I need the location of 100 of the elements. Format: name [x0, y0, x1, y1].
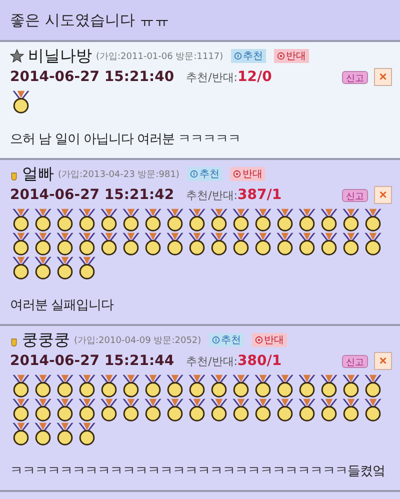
medal-icon	[10, 374, 32, 398]
medal-icon	[10, 422, 32, 446]
medal-icon	[230, 232, 252, 256]
medal-icon	[318, 398, 340, 422]
medal-icon	[208, 374, 230, 398]
medal-icon	[252, 232, 274, 256]
medal-icon	[230, 398, 252, 422]
medal-icon	[76, 374, 98, 398]
medal-icon	[362, 232, 384, 256]
medal-icon	[208, 398, 230, 422]
medal-icon	[186, 374, 208, 398]
medal-icon	[32, 422, 54, 446]
medal-icon	[164, 208, 186, 232]
medal-icon	[186, 208, 208, 232]
user-info: (가입:2011-01-06 방문:1117)	[96, 50, 224, 62]
medal-icon	[10, 232, 32, 256]
medal-icon	[98, 232, 120, 256]
target-icon	[255, 336, 264, 344]
medal-icon	[10, 208, 32, 232]
medal-icon	[362, 208, 384, 232]
comment-datetime: 2014-06-27 15:21:42	[10, 187, 174, 203]
info-icon	[190, 170, 198, 178]
comment-text: ㅋㅋㅋㅋㅋㅋㅋㅋㅋㅋㅋㅋㅋㅋㅋㅋㅋㅋㅋㅋㅋㅋㅋㅋㅋㅋㅋ들켰엌	[10, 463, 386, 481]
medal-icon	[76, 232, 98, 256]
medal-icon	[274, 398, 296, 422]
report-button[interactable]: 신고	[342, 354, 368, 368]
medal-icon	[54, 208, 76, 232]
medal-icon	[32, 232, 54, 256]
medal-icon	[76, 422, 98, 446]
badge-icon	[10, 338, 18, 348]
medal-icon	[54, 422, 76, 446]
delete-button[interactable]: ×	[374, 352, 392, 370]
medal-icon	[318, 232, 340, 256]
medal-icon	[54, 256, 76, 280]
medal-icon	[32, 256, 54, 280]
medal-icon	[76, 398, 98, 422]
medal-icon	[208, 208, 230, 232]
medal-icon	[274, 232, 296, 256]
badge-icon	[10, 172, 18, 182]
medal-icon	[186, 232, 208, 256]
medal-icon	[98, 374, 120, 398]
medal-icon	[120, 374, 142, 398]
user-info: (가입:2010-04-09 방문:2052)	[74, 334, 202, 346]
medal-icon	[32, 374, 54, 398]
vote-label: 추천/반대:	[186, 354, 238, 368]
vote-label: 추천/반대:	[186, 188, 238, 202]
medal-icon	[164, 232, 186, 256]
recommend-button[interactable]: 추천	[187, 167, 222, 181]
user-name[interactable]: 얼빠	[22, 164, 54, 184]
medal-icon	[10, 256, 32, 280]
medal-icon	[142, 232, 164, 256]
medal-icon	[340, 398, 362, 422]
medal-icon	[32, 398, 54, 422]
report-button[interactable]: 신고	[342, 70, 368, 84]
oppose-button[interactable]: 반대	[252, 333, 288, 347]
user-info: (가입:2013-04-23 방문:981)	[58, 168, 180, 180]
vote-label: 추천/반대:	[186, 70, 238, 84]
medal-icon	[340, 232, 362, 256]
medal-icon	[10, 398, 32, 422]
target-icon	[233, 170, 242, 178]
medal-icon	[252, 398, 274, 422]
medal-icon	[318, 208, 340, 232]
oppose-button[interactable]: 반대	[274, 49, 310, 63]
medal-icon	[32, 208, 54, 232]
vote-count: 380/1	[238, 353, 282, 369]
recommend-button[interactable]: 추천	[209, 333, 244, 347]
user-name[interactable]: 쿵쿵쿵	[22, 330, 70, 350]
medal-icon	[76, 208, 98, 232]
comment-text: 으허 남 일이 아닙니다 여러분 ㅋㅋㅋㅋㅋ	[10, 131, 242, 149]
medal-icon	[142, 208, 164, 232]
medal-icon	[10, 90, 32, 114]
medal-icon	[252, 208, 274, 232]
oppose-button[interactable]: 반대	[230, 167, 266, 181]
medal-icon	[164, 398, 186, 422]
medal-icon	[252, 374, 274, 398]
medal-icon	[120, 398, 142, 422]
comment-text: 좋은 시도였습니다 ㅠㅠ	[10, 10, 170, 30]
delete-button[interactable]: ×	[374, 186, 392, 204]
medal-icon	[76, 256, 98, 280]
medal-icon	[296, 398, 318, 422]
medal-icon	[296, 374, 318, 398]
medal-icon	[208, 232, 230, 256]
recommend-button[interactable]: 추천	[231, 49, 266, 63]
medal-icon	[142, 398, 164, 422]
delete-button[interactable]: ×	[374, 68, 392, 86]
medal-icon	[54, 374, 76, 398]
info-icon	[212, 336, 220, 344]
medal-icon	[296, 232, 318, 256]
info-icon	[234, 52, 242, 60]
vote-count: 387/1	[238, 187, 282, 203]
user-name[interactable]: 비닐나방	[28, 46, 92, 66]
medal-icon	[296, 208, 318, 232]
comment-datetime: 2014-06-27 15:21:44	[10, 353, 174, 369]
medal-icon	[98, 208, 120, 232]
medal-icon	[318, 374, 340, 398]
medal-icon	[164, 374, 186, 398]
medal-icon	[120, 208, 142, 232]
report-button[interactable]: 신고	[342, 188, 368, 202]
medal-icon	[340, 374, 362, 398]
medal-icon	[274, 208, 296, 232]
